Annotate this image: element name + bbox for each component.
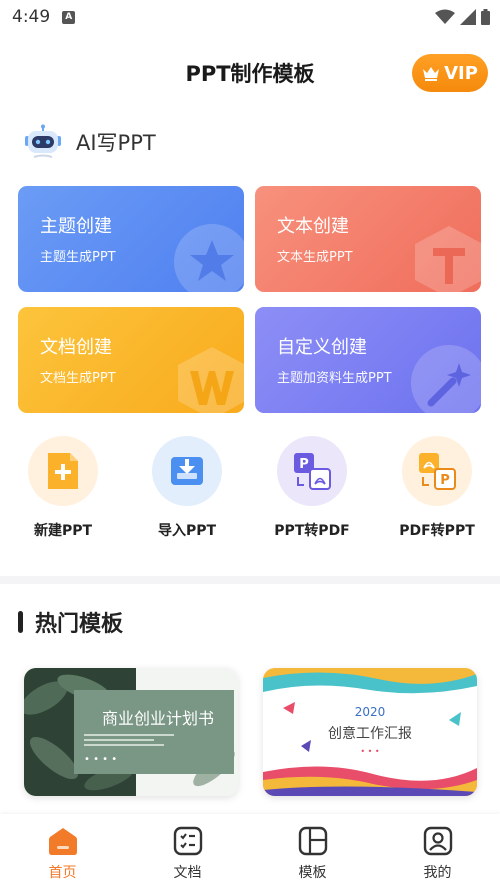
card-title: 自定义创建 [277, 337, 367, 358]
card-subtitle: 文本生成PPT [277, 250, 353, 265]
tab-label: 文档 [173, 865, 202, 881]
tab-documents[interactable]: 文档 [125, 814, 250, 888]
signal-icon [460, 9, 476, 25]
card-subtitle: 主题加资料生成PPT [277, 371, 392, 386]
section-bar [18, 611, 23, 633]
vip-button[interactable]: VIP [412, 54, 488, 92]
ppt-to-pdf-button[interactable]: P PPT转PDF [257, 436, 367, 540]
template-title: 商业创业计划书 [102, 709, 214, 728]
ppt-to-pdf-icon: P [277, 436, 347, 506]
theme-create-card[interactable]: 主题创建 主题生成PPT [18, 186, 244, 292]
tab-templates[interactable]: 模板 [250, 814, 375, 888]
template-title: 创意工作汇报 [328, 725, 412, 742]
header: PPT制作模板 VIP [0, 34, 500, 112]
template-thumbnail: 2020 创意工作汇报 • • • [263, 668, 477, 796]
crown-icon [423, 67, 440, 81]
custom-create-card[interactable]: 自定义创建 主题加资料生成PPT [255, 307, 481, 413]
import-ppt-button[interactable]: 导入PPT [132, 436, 242, 540]
magic-wand-icon [411, 345, 481, 413]
tool-label: PPT转PDF [274, 523, 350, 539]
robot-icon [25, 124, 61, 158]
section-divider [0, 576, 500, 584]
template-card-creative-report[interactable]: 2020 创意工作汇报 • • • [263, 668, 477, 796]
ai-write-ppt-label: AI写PPT [76, 131, 156, 155]
template-card-business-plan[interactable]: 商业创业计划书 • • • • [24, 668, 238, 796]
tool-label: PDF转PPT [399, 523, 475, 539]
pdf-to-ppt-icon: P [402, 436, 472, 506]
status-bar: 4:49 A [0, 0, 500, 34]
vip-label: VIP [444, 62, 478, 84]
tab-profile[interactable]: 我的 [375, 814, 500, 888]
tab-home[interactable]: 首页 [0, 814, 125, 888]
status-icons [435, 9, 490, 25]
svg-text:P: P [299, 457, 309, 472]
doc-create-card[interactable]: 文档创建 文档生成PPT [18, 307, 244, 413]
svg-text:P: P [440, 473, 450, 488]
template-icon [298, 826, 327, 856]
section-title: 热门模板 [35, 612, 124, 637]
template-dots: • • • • [84, 754, 117, 765]
template-year: 2020 [355, 705, 386, 719]
hot-templates-header: 热门模板 [18, 606, 123, 638]
star-icon [174, 224, 244, 292]
tab-label: 模板 [298, 865, 327, 881]
template-dots: • • • [360, 747, 379, 756]
tab-label: 我的 [423, 865, 452, 881]
card-subtitle: 文档生成PPT [40, 371, 116, 386]
card-title: 文本创建 [277, 216, 349, 237]
profile-icon [423, 826, 452, 856]
letter-w-icon [178, 347, 244, 413]
template-thumbnail: 商业创业计划书 • • • • [24, 668, 238, 796]
notification-icon: A [62, 10, 76, 24]
wifi-icon [435, 9, 455, 24]
card-subtitle: 主题生成PPT [40, 250, 116, 265]
new-ppt-button[interactable]: 新建PPT [8, 436, 118, 540]
tool-label: 导入PPT [157, 523, 217, 539]
import-icon [152, 436, 222, 506]
battery-icon [481, 9, 490, 25]
tab-label: 首页 [48, 865, 77, 881]
card-title: 主题创建 [40, 216, 112, 237]
text-create-card[interactable]: 文本创建 文本生成PPT [255, 186, 481, 292]
card-title: 文档创建 [40, 337, 112, 358]
new-file-icon [28, 436, 98, 506]
pdf-to-ppt-button[interactable]: P PDF转PPT [382, 436, 492, 540]
status-time: 4:49 [12, 7, 51, 27]
ai-write-ppt[interactable]: AI写PPT [22, 124, 156, 160]
bottom-tab-bar: 首页 文档 模板 我的 [0, 814, 500, 888]
tool-label: 新建PPT [33, 523, 93, 539]
document-list-icon [173, 826, 202, 856]
letter-t-icon [415, 226, 481, 292]
home-icon [48, 828, 77, 855]
